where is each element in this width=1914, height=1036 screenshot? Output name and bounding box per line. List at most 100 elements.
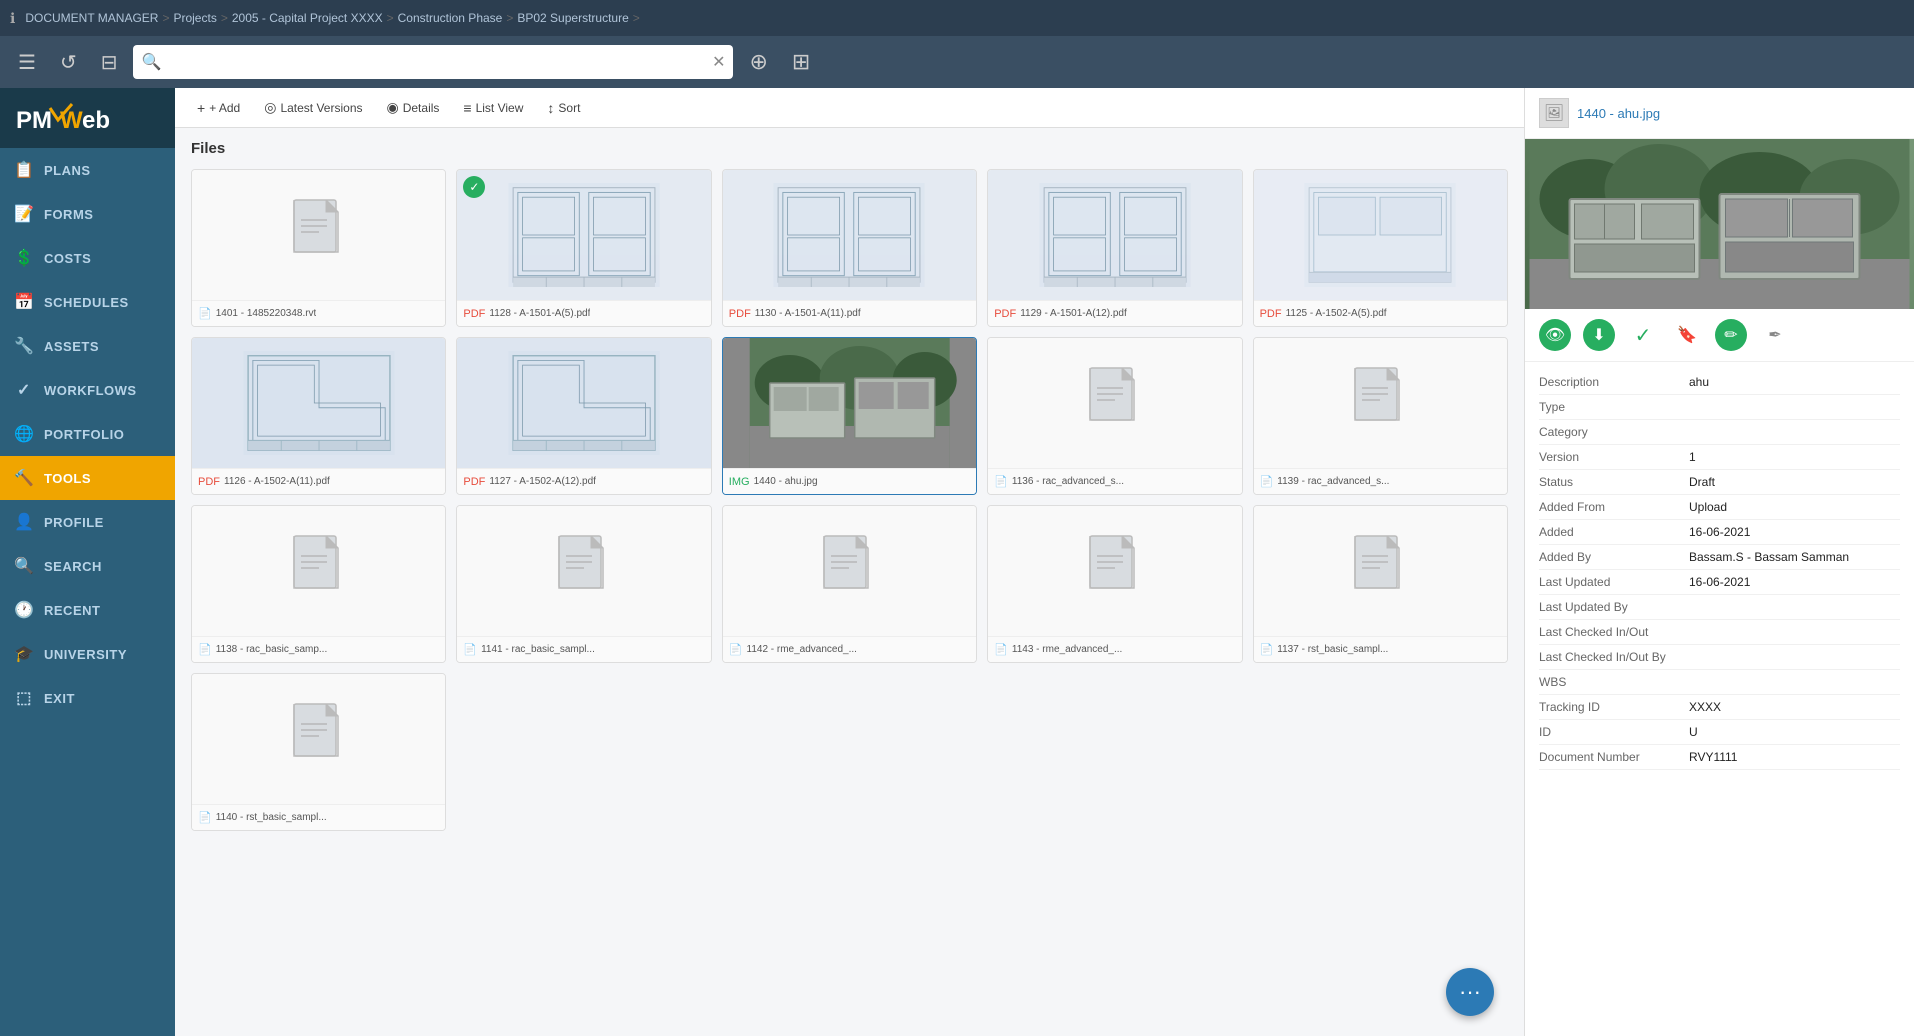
meta-value: Bassam.S - Bassam Samman [1689, 550, 1849, 564]
metadata-row: Version 1 [1539, 445, 1900, 470]
breadcrumb-item-2[interactable]: Projects [173, 11, 216, 25]
action-bar: + + Add ◎ Latest Versions ◉ Details ≡ Li… [175, 88, 1524, 128]
sidebar-item-profile[interactable]: 👤 PROFILE [0, 500, 175, 544]
sidebar-item-tools[interactable]: 🔨 TOOLS [0, 456, 175, 500]
file-thumbnail [723, 170, 976, 300]
file-footer: 📄 1140 - rst_basic_sampl... [192, 804, 445, 830]
annotate-action-button[interactable]: ✒ [1759, 319, 1791, 351]
file-name: 1126 - A-1502-A(11).pdf [224, 476, 330, 487]
file-card[interactable]: PDF 1125 - A-1502-A(5).pdf [1253, 169, 1508, 327]
file-thumbnail [723, 338, 976, 468]
meta-label: Last Checked In/Out [1539, 625, 1689, 639]
breadcrumb-item-4[interactable]: Construction Phase [398, 11, 503, 25]
file-card[interactable]: 📄 1141 - rac_basic_sampl... [456, 505, 711, 663]
file-card[interactable]: 📄 1139 - rac_advanced_s... [1253, 337, 1508, 495]
file-name: 1127 - A-1502-A(12).pdf [489, 476, 596, 487]
panel-thumb-icon: 🖼 [1539, 98, 1569, 128]
sidebar-item-search[interactable]: 🔍 SEARCH [0, 544, 175, 588]
breadcrumb-item-1[interactable]: DOCUMENT MANAGER [25, 11, 158, 25]
sidebar-item-university[interactable]: 🎓 UNIVERSITY [0, 632, 175, 676]
metadata-row: WBS [1539, 670, 1900, 695]
file-footer: 📄 1401 - 1485220348.rvt [192, 300, 445, 326]
clear-search-icon[interactable]: ✕ [712, 52, 725, 72]
sidebar-item-assets[interactable]: 🔧 ASSETS [0, 324, 175, 368]
file-card[interactable]: PDF 1127 - A-1502-A(12).pdf [456, 337, 711, 495]
metadata-row: Type [1539, 395, 1900, 420]
sidebar-item-plans[interactable]: 📋 PLANS [0, 148, 175, 192]
sidebar-item-forms[interactable]: 📝 FORMS [0, 192, 175, 236]
panel-file-link[interactable]: 1440 - ahu.jpg [1577, 106, 1660, 121]
download-action-button[interactable]: ⬇ [1583, 319, 1615, 351]
file-card[interactable]: 📄 1401 - 1485220348.rvt [191, 169, 446, 327]
exit-icon: ⬚ [14, 688, 34, 708]
assets-icon: 🔧 [14, 336, 34, 356]
sidebar-item-recent[interactable]: 🕐 RECENT [0, 588, 175, 632]
file-card[interactable]: ✓ PDF 1128 - A-1501-A(5).pdf [456, 169, 711, 327]
costs-icon: 💲 [14, 248, 34, 268]
sidebar-item-portfolio[interactable]: 🌐 PORTFOLIO [0, 412, 175, 456]
file-thumbnail [988, 338, 1241, 468]
file-card[interactable]: 📄 1138 - rac_basic_samp... [191, 505, 446, 663]
file-card[interactable]: 📄 1143 - rme_advanced_... [987, 505, 1242, 663]
file-thumbnail [723, 506, 976, 636]
file-card[interactable]: 📄 1136 - rac_advanced_s... [987, 337, 1242, 495]
file-card[interactable]: PDF 1129 - A-1501-A(12).pdf [987, 169, 1242, 327]
details-button[interactable]: ◉ Details [377, 95, 450, 120]
breadcrumb-item-5[interactable]: BP02 Superstructure [517, 11, 628, 25]
file-name: 1125 - A-1502-A(5).pdf [1286, 308, 1387, 319]
bookmark-action-button[interactable]: 🔖 [1671, 319, 1703, 351]
file-footer: 📄 1136 - rac_advanced_s... [988, 468, 1241, 494]
details-icon: ◉ [387, 99, 399, 116]
sidebar-label-assets: ASSETS [44, 339, 99, 354]
settings-button[interactable]: ⊞ [784, 45, 818, 79]
meta-value: U [1689, 725, 1698, 739]
fab-button[interactable]: ··· [1446, 968, 1494, 1016]
breadcrumb: DOCUMENT MANAGER > Projects > 2005 - Cap… [25, 11, 639, 25]
sidebar-item-workflows[interactable]: ✓ WORKFLOWS [0, 368, 175, 412]
file-card[interactable]: IMG 1440 - ahu.jpg [722, 337, 977, 495]
file-type-icon: 📄 [1260, 475, 1274, 488]
file-type-icon: PDF [463, 476, 485, 488]
add-button[interactable]: + + Add [187, 96, 250, 120]
file-name: 1440 - ahu.jpg [754, 476, 818, 487]
view-action-button[interactable]: 👁 [1539, 319, 1571, 351]
list-view-button[interactable]: ≡ List View [453, 96, 533, 120]
university-icon: 🎓 [14, 644, 34, 664]
meta-label: Added By [1539, 550, 1689, 564]
file-thumbnail [988, 506, 1241, 636]
latest-versions-button[interactable]: ◎ Latest Versions [254, 95, 372, 120]
edit-action-button[interactable]: ✏ [1715, 319, 1747, 351]
search-input[interactable] [167, 54, 712, 70]
file-card[interactable]: PDF 1126 - A-1502-A(11).pdf [191, 337, 446, 495]
file-thumbnail [1254, 170, 1507, 300]
metadata-row: Last Updated By [1539, 595, 1900, 620]
bookmark-button[interactable]: ⊟ [93, 46, 126, 79]
file-card[interactable]: 📄 1137 - rst_basic_sampl... [1253, 505, 1508, 663]
file-name: 1401 - 1485220348.rvt [216, 308, 317, 319]
metadata-table: Description ahu Type Category Version 1 … [1525, 362, 1914, 778]
history-button[interactable]: ↺ [52, 46, 85, 79]
sidebar-item-exit[interactable]: ⬚ EXIT [0, 676, 175, 720]
meta-value: 16-06-2021 [1689, 525, 1750, 539]
sidebar-item-costs[interactable]: 💲 COSTS [0, 236, 175, 280]
file-type-icon: PDF [1260, 308, 1282, 320]
metadata-row: ID U [1539, 720, 1900, 745]
file-card[interactable]: PDF 1130 - A-1501-A(11).pdf [722, 169, 977, 327]
metadata-row: Added From Upload [1539, 495, 1900, 520]
file-footer: PDF 1128 - A-1501-A(5).pdf [457, 300, 710, 326]
sort-button[interactable]: ↕ Sort [537, 96, 590, 120]
breadcrumb-item-3[interactable]: 2005 - Capital Project XXXX [232, 11, 383, 25]
file-card[interactable]: 📄 1142 - rme_advanced_... [722, 505, 977, 663]
svg-text:eb: eb [82, 107, 110, 134]
info-icon[interactable]: ℹ [10, 10, 15, 27]
meta-value: Upload [1689, 500, 1727, 514]
file-type-icon: 📄 [198, 811, 212, 824]
sidebar-item-schedules[interactable]: 📅 SCHEDULES [0, 280, 175, 324]
meta-value: 16-06-2021 [1689, 575, 1750, 589]
recent-icon: 🕐 [14, 600, 34, 620]
approve-action-button[interactable]: ✓ [1627, 319, 1659, 351]
file-card[interactable]: 📄 1140 - rst_basic_sampl... [191, 673, 446, 831]
menu-button[interactable]: ☰ [10, 46, 44, 79]
zoom-button[interactable]: ⊕ [741, 45, 775, 79]
file-thumbnail [192, 338, 445, 468]
